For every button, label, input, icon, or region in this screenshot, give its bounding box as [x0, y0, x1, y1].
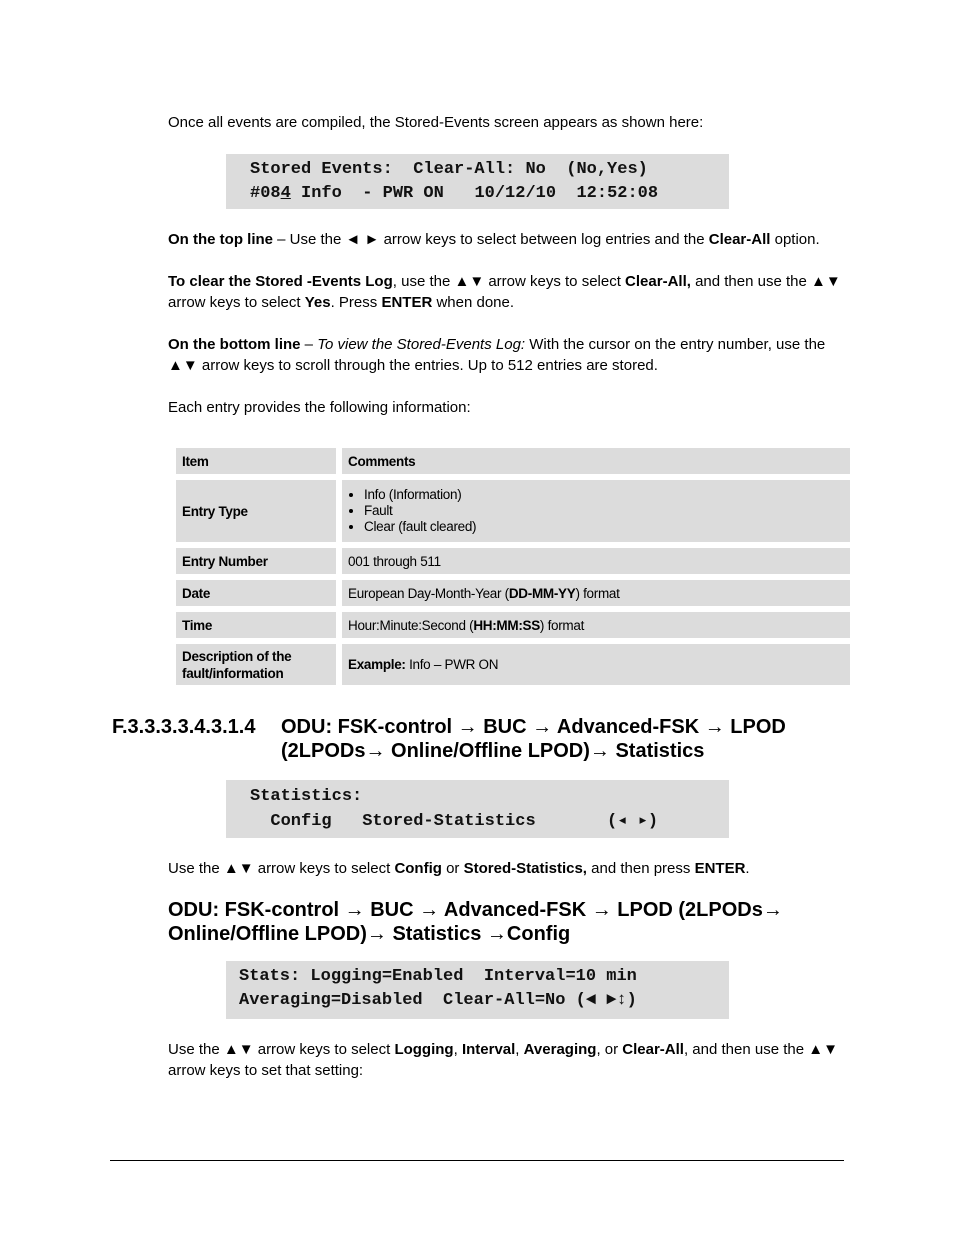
lcd-line: Statistics: — [250, 787, 363, 806]
table-row: Entry Type Info (Information)FaultClear (… — [176, 480, 850, 542]
text: Stored-Statistics, — [463, 860, 587, 877]
section-number: F.3.3.3.3.4.3.1.4 — [112, 716, 256, 738]
document-page: Once all events are compiled, the Stored… — [0, 0, 954, 1235]
text: Info – PWR ON — [405, 657, 499, 672]
lcd-line: #084 Info - PWR ON 10/12/10 12:52:08 — [250, 182, 729, 206]
top-line-paragraph: On the top line – Use the ◄ ► arrow keys… — [168, 229, 848, 250]
table-row: Entry Number 001 through 511 — [176, 548, 850, 574]
text: ) format — [539, 617, 585, 633]
entry-prefix: #08 — [250, 184, 281, 203]
text: and then press — [586, 860, 695, 877]
text: , — [453, 1041, 462, 1058]
header-comments: Comments — [342, 448, 850, 474]
cursor-digit: 4 — [280, 184, 291, 203]
each-entry-text: Each entry provides the following inform… — [168, 399, 471, 416]
text: To view the Stored-Events Log: — [317, 336, 526, 353]
text: Clear-All, — [625, 273, 691, 290]
text: ) format — [575, 585, 620, 601]
footer-divider — [110, 1160, 844, 1161]
text: when done. — [432, 294, 515, 311]
text: . Press — [330, 294, 382, 311]
lcd-line: Stored Events: Clear-All: No (No,Yes) — [250, 160, 648, 179]
text: , or — [596, 1041, 623, 1058]
statistics-display: Statistics: Config Stored-Statistics (◂ … — [226, 780, 729, 838]
bottom-line-paragraph: On the bottom line – To view the Stored-… — [168, 334, 848, 376]
text: Entry Number — [176, 548, 336, 574]
text: – Use the ◄ ► arrow keys to select betwe… — [273, 231, 709, 248]
text: To clear the Stored -Events Log — [168, 273, 393, 290]
text: option. — [770, 231, 820, 248]
text: Fault — [364, 503, 844, 519]
stats-config-display: Stats: Logging=Enabled Interval=10 min Av… — [226, 961, 729, 1019]
text: Clear-All — [708, 231, 771, 248]
table-row: Description of the fault/information Exam… — [176, 644, 850, 685]
text: , — [515, 1041, 524, 1058]
stored-events-display: Stored Events: Clear-All: No (No,Yes) #08… — [226, 154, 729, 209]
text: Config — [394, 860, 442, 877]
text: On the top line — [168, 231, 273, 248]
text: 001 through 511 — [342, 548, 850, 574]
text: , use the ▲▼ arrow keys to select — [392, 273, 626, 290]
text: Clear (fault cleared) — [364, 519, 844, 535]
text: Description of the fault/information — [176, 644, 336, 685]
text: Averaging — [523, 1041, 597, 1058]
text: DD-MM-YY — [508, 585, 576, 601]
text: Interval — [461, 1041, 516, 1058]
text: (2LPODs→ Online/Offline LPOD)→ Statistic… — [281, 740, 705, 762]
text: HH:MM:SS — [473, 617, 540, 633]
text: Date — [176, 580, 336, 606]
text: – — [300, 336, 318, 353]
lcd-line: Averaging=Disabled Clear-All=No (◄ ►↕) — [239, 991, 637, 1010]
intro-text: Once all events are compiled, the Stored… — [168, 114, 704, 131]
text: Use the ▲▼ arrow keys to select — [168, 860, 395, 877]
text: ODU: FSK-control → BUC → Advanced-FSK → … — [168, 899, 783, 921]
lcd-line: Config Stored-Statistics (◂ ▸) — [250, 812, 659, 831]
text: ODU: FSK-control → BUC → Advanced-FSK → … — [281, 716, 786, 738]
text: Use the ▲▼ arrow keys to select — [168, 1041, 395, 1058]
text: Example: — [348, 657, 406, 672]
table-row: Time Hour:Minute:Second (HH:MM:SS) format — [176, 612, 850, 638]
table-header-row: Item Comments — [176, 448, 850, 474]
text: Entry Type — [176, 480, 336, 542]
text: Info (Information) — [364, 487, 844, 503]
entry-info-table: ItemComments Entry Type Info (Information… — [170, 442, 856, 691]
text: On the bottom line — [168, 336, 301, 353]
clear-paragraph: To clear the Stored -Events Log, use the… — [168, 271, 848, 313]
text: Time — [176, 612, 336, 638]
entry-rest: Info - PWR ON 10/12/10 12:52:08 — [290, 184, 659, 203]
stats-paragraph: Use the ▲▼ arrow keys to select Config o… — [168, 858, 848, 879]
header-item: Item — [176, 448, 336, 474]
config-paragraph: Use the ▲▼ arrow keys to select Logging,… — [168, 1039, 848, 1081]
text: Yes — [304, 294, 331, 311]
text: ENTER — [381, 294, 433, 311]
text: ENTER — [694, 860, 746, 877]
config-heading: ODU: FSK-control → BUC → Advanced-FSK → … — [168, 898, 783, 946]
text: European Day-Month-Year ( — [348, 585, 509, 601]
lcd-line: Stats: Logging=Enabled Interval=10 min — [239, 967, 637, 986]
table-row: Date European Day-Month-Year (DD-MM-YY) f… — [176, 580, 850, 606]
text: Logging — [394, 1041, 454, 1058]
text: Clear-All — [622, 1041, 684, 1058]
section-title: ODU: FSK-control → BUC → Advanced-FSK → … — [281, 715, 786, 763]
text: Online/Offline LPOD)→ Statistics →Config — [168, 923, 571, 945]
text: or — [441, 860, 464, 877]
text: Hour:Minute:Second ( — [348, 617, 474, 633]
text: . — [745, 860, 750, 877]
